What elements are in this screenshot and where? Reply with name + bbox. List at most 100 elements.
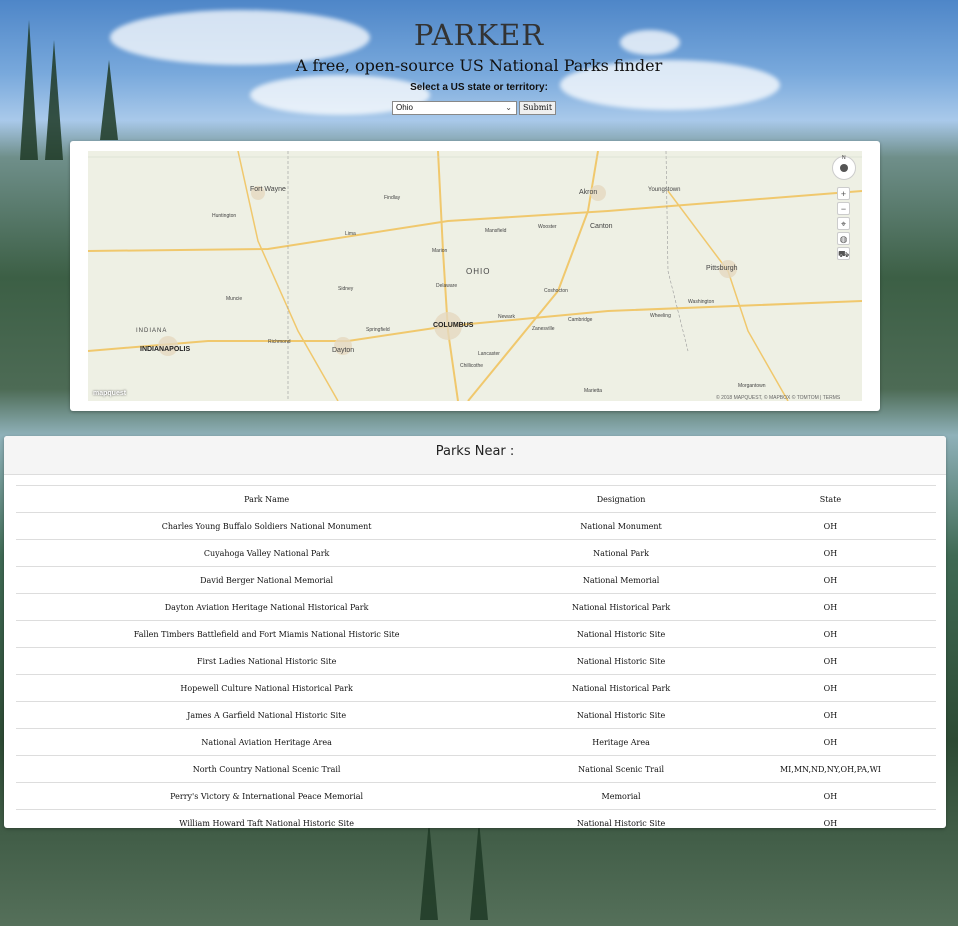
state-cell: OH (724, 782, 936, 810)
state-select-value: Ohio (396, 103, 413, 112)
table-row: First Ladies National Historic Site Natio… (16, 647, 936, 675)
designation-cell: National Scenic Trail (517, 755, 725, 783)
state-cell: OH (724, 674, 936, 702)
designation-cell: National Historic Site (517, 809, 725, 836)
map-city-label: Marietta (584, 388, 603, 394)
designation-cell: National Memorial (517, 566, 725, 594)
state-select-label: Select a US state or territory: (410, 82, 548, 93)
designation-cell: National Historical Park (517, 593, 725, 621)
locate-icon[interactable]: ⌖ (837, 217, 850, 230)
map-city-label: Canton (590, 223, 613, 230)
park-name-cell: Hopewell Culture National Historical Par… (16, 674, 518, 702)
map-city-label: COLUMBUS (433, 322, 474, 329)
state-cell: OH (724, 620, 936, 648)
table-row: Hopewell Culture National Historical Par… (16, 674, 936, 702)
compass-icon (840, 164, 848, 172)
column-header-state: State (724, 485, 936, 513)
map-city-label: Washington (688, 299, 715, 305)
map-region-label: INDIANA (136, 328, 168, 334)
park-name-cell: David Berger National Memorial (16, 566, 518, 594)
map-city-label: Findlay (384, 195, 401, 201)
map-city-label: Coshocton (544, 288, 568, 294)
park-name-cell: Charles Young Buffalo Soldiers National … (16, 512, 518, 540)
designation-cell: National Historical Park (517, 674, 725, 702)
column-header-designation: Designation (517, 485, 725, 513)
state-cell: OH (724, 566, 936, 594)
designation-cell: National Historic Site (517, 647, 725, 675)
designation-cell: National Park (517, 539, 725, 567)
table-row: Perry's Victory & International Peace Me… (16, 782, 936, 810)
map-city-label: Newark (498, 314, 515, 320)
map-city-label: Cambridge (568, 317, 593, 323)
compass-control[interactable]: N (832, 155, 856, 180)
park-name-cell: Dayton Aviation Heritage National Histor… (16, 593, 518, 621)
map-city-label: Morgantown (738, 383, 766, 389)
state-cell: OH (724, 728, 936, 756)
table-row: Charles Young Buffalo Soldiers National … (16, 512, 936, 540)
submit-button[interactable]: Submit (519, 101, 556, 115)
state-cell: OH (724, 809, 936, 836)
state-cell: OH (724, 593, 936, 621)
table-row: National Aviation Heritage Area Heritage … (16, 728, 936, 756)
map-city-label: Huntington (212, 213, 237, 219)
map-city-label: Mansfield (485, 228, 507, 234)
state-select[interactable]: Ohio ⌄ (392, 101, 517, 115)
park-name-cell: James A Garfield National Historic Site (16, 701, 518, 729)
map-city-label: Muncie (226, 296, 243, 302)
map-city-label: Springfield (366, 327, 390, 333)
map-city-label: Fort Wayne (250, 186, 286, 193)
table-row: Dayton Aviation Heritage National Histor… (16, 593, 936, 621)
table-row: North Country National Scenic Trail Natio… (16, 755, 936, 783)
park-name-cell: North Country National Scenic Trail (16, 755, 518, 783)
globe-icon[interactable]: ◍ (837, 232, 850, 245)
parks-heading: Parks Near : (435, 444, 515, 459)
parks-panel-header: Parks Near : (4, 436, 946, 475)
park-name-cell: Perry's Victory & International Peace Me… (16, 782, 518, 810)
map-city-label: Chillicothe (460, 363, 484, 369)
mapquest-logo: mapquest (93, 390, 127, 397)
map-city-label: Lancaster (478, 351, 500, 357)
chevron-down-icon: ⌄ (505, 103, 512, 112)
state-cell: MI,MN,ND,NY,OH,PA,WI (724, 755, 936, 783)
map-attribution[interactable]: © 2018 MAPQUEST, © MAPBOX © TOMTOM | TER… (716, 395, 840, 401)
park-name-cell: William Howard Taft National Historic Si… (16, 809, 518, 836)
state-cell: OH (724, 701, 936, 729)
table-row: Cuyahoga Valley National Park National Pa… (16, 539, 936, 567)
map-city-label: Akron (579, 189, 598, 196)
park-name-cell: National Aviation Heritage Area (16, 728, 518, 756)
column-header-park-name: Park Name (16, 485, 518, 513)
map-city-label: Sidney (338, 286, 354, 292)
compass-north-label: N (842, 155, 846, 161)
map-city-label: Pittsburgh (706, 265, 738, 272)
table-row: David Berger National Memorial National M… (16, 566, 936, 594)
app-title: PARKER (413, 18, 545, 52)
designation-cell: Heritage Area (517, 728, 725, 756)
traffic-icon[interactable]: ⛟ (837, 247, 850, 260)
table-row: William Howard Taft National Historic Si… (16, 809, 936, 836)
map-city-label: Marion (432, 248, 448, 254)
map-city-label: Lima (345, 231, 356, 237)
zoom-out-button[interactable]: − (837, 202, 850, 215)
map[interactable]: OHIO Fort Wayne Akron Canton Youngstown … (88, 151, 862, 401)
map-city-label: Dayton (332, 347, 355, 354)
map-city-label: Delaware (436, 283, 458, 289)
map-city-label: Wooster (538, 224, 557, 230)
park-name-cell: Fallen Timbers Battlefield and Fort Miam… (16, 620, 518, 648)
designation-cell: National Historic Site (517, 620, 725, 648)
map-city-label: Youngstown (648, 187, 681, 193)
map-city-label: Wheeling (650, 313, 671, 319)
designation-cell: National Monument (517, 512, 725, 540)
map-state-label: OHIO (466, 267, 491, 276)
state-cell: OH (724, 539, 936, 567)
designation-cell: Memorial (517, 782, 725, 810)
app-tagline: A free, open-source US National Parks fi… (295, 56, 663, 75)
parks-table: Park Name Designation State Charles Youn… (16, 485, 936, 836)
map-city-label: Richmond (268, 339, 291, 345)
table-row: Fallen Timbers Battlefield and Fort Miam… (16, 620, 936, 648)
table-row: James A Garfield National Historic Site N… (16, 701, 936, 729)
state-cell: OH (724, 647, 936, 675)
table-header-row: Park Name Designation State (16, 485, 936, 513)
designation-cell: National Historic Site (517, 701, 725, 729)
park-name-cell: Cuyahoga Valley National Park (16, 539, 518, 567)
zoom-in-button[interactable]: + (837, 187, 850, 200)
